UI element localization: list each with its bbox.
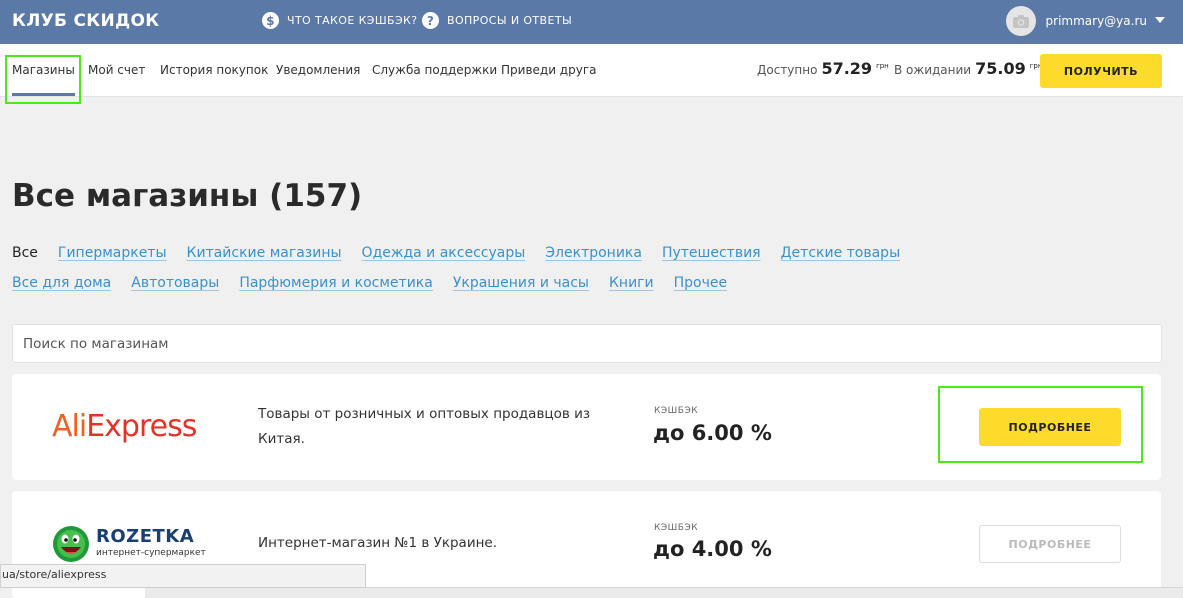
top-bar: КЛУБ СКИДОК $ ЧТО ТАКОЕ КЭШБЭК? ? ВОПРОС… — [0, 0, 1183, 44]
camera-icon — [1012, 14, 1029, 28]
what-is-cashback-label: ЧТО ТАКОЕ КЭШБЭК? — [287, 14, 418, 27]
logo-part-b: Express — [86, 409, 197, 444]
rozetka-wordmark: ROZETKA — [96, 526, 195, 547]
category-filters-row-1: Все Гипермаркеты Китайские магазины Одеж… — [12, 245, 900, 261]
nav-item-invite-friend[interactable]: Приведи друга — [501, 63, 596, 77]
pending-balance: В ожидании 75.09 грн — [894, 59, 1042, 78]
category-filters-row-2: Все для дома Автотовары Парфюмерия и кос… — [12, 275, 727, 291]
page-title: Все магазины (157) — [12, 178, 363, 214]
cashback-value: до 4.00 % — [653, 537, 772, 561]
chevron-down-icon[interactable] — [1155, 17, 1165, 23]
highlight-box-details — [938, 386, 1143, 463]
category-clothing[interactable]: Одежда и аксессуары — [362, 245, 526, 261]
rozetka-logo[interactable]: ROZETKA интернет-супермаркет — [52, 525, 206, 565]
available-balance: Доступно 57.29 грн — [757, 59, 889, 78]
nav-item-my-account[interactable]: Мой счет — [88, 63, 145, 77]
avatar[interactable] — [1005, 6, 1036, 36]
store-description: Товары от розничных и оптовых продавцов … — [258, 406, 591, 447]
get-cashback-button[interactable]: ПОЛУЧИТЬ — [1040, 54, 1162, 88]
question-icon: ? — [422, 12, 439, 29]
category-kids[interactable]: Детские товары — [781, 245, 901, 261]
available-currency: грн — [876, 62, 889, 70]
cashback-value: до 6.00 % — [653, 421, 772, 445]
details-button[interactable]: ПОДРОБНЕЕ — [979, 525, 1121, 563]
category-all[interactable]: Все — [12, 245, 38, 261]
available-value: 57.29 — [821, 59, 873, 78]
brand-logo[interactable]: КЛУБ СКИДОК — [12, 11, 159, 31]
cashback-label: КЭШБЭК — [654, 406, 699, 416]
user-email: primmary@ya.ru — [1045, 14, 1147, 28]
faq-label: ВОПРОСЫ И ОТВЕТЫ — [447, 14, 573, 27]
nav-item-purchase-history[interactable]: История покупок — [160, 63, 268, 77]
category-jewelry[interactable]: Украшения и часы — [453, 275, 589, 291]
category-electronics[interactable]: Электроника — [545, 245, 642, 261]
aliexpress-logo[interactable]: AliExpress — [52, 409, 197, 444]
rozetka-tagline: интернет-супермаркет — [96, 548, 206, 558]
horizontal-scrollbar[interactable] — [145, 587, 1183, 598]
available-label: Доступно — [757, 63, 818, 77]
highlight-box — [5, 55, 81, 104]
cashback-label: КЭШБЭК — [654, 523, 699, 533]
store-description: Интернет-магазин №1 в Украине. — [258, 535, 498, 551]
main-nav: Магазины Мой счет История покупок Уведом… — [0, 44, 1183, 97]
category-home[interactable]: Все для дома — [12, 275, 111, 291]
category-other[interactable]: Прочее — [674, 275, 727, 291]
category-books[interactable]: Книги — [609, 275, 654, 291]
rozetka-smiley-icon — [53, 526, 89, 562]
pending-value: 75.09 — [975, 59, 1026, 78]
nav-item-support[interactable]: Служба поддержки — [372, 63, 497, 77]
nav-item-notifications[interactable]: Уведомления — [276, 63, 360, 77]
pending-label: В ожидании — [894, 63, 972, 77]
what-is-cashback-link[interactable]: $ ЧТО ТАКОЕ КЭШБЭК? — [262, 12, 418, 29]
dollar-icon: $ — [262, 12, 279, 29]
user-menu[interactable]: primmary@ya.ru — [1005, 6, 1147, 36]
category-chinese-stores[interactable]: Китайские магазины — [187, 245, 342, 261]
category-travel[interactable]: Путешествия — [662, 245, 761, 261]
category-cosmetics[interactable]: Парфюмерия и косметика — [239, 275, 433, 291]
faq-link[interactable]: ? ВОПРОСЫ И ОТВЕТЫ — [422, 12, 572, 29]
search-input[interactable]: Поиск по магазинам — [12, 324, 1162, 363]
category-hypermarkets[interactable]: Гипермаркеты — [58, 245, 167, 261]
status-bar-url: ua/store/aliexpress — [0, 564, 366, 588]
category-auto[interactable]: Автотовары — [131, 275, 219, 291]
logo-part-a: Ali — [52, 409, 87, 444]
